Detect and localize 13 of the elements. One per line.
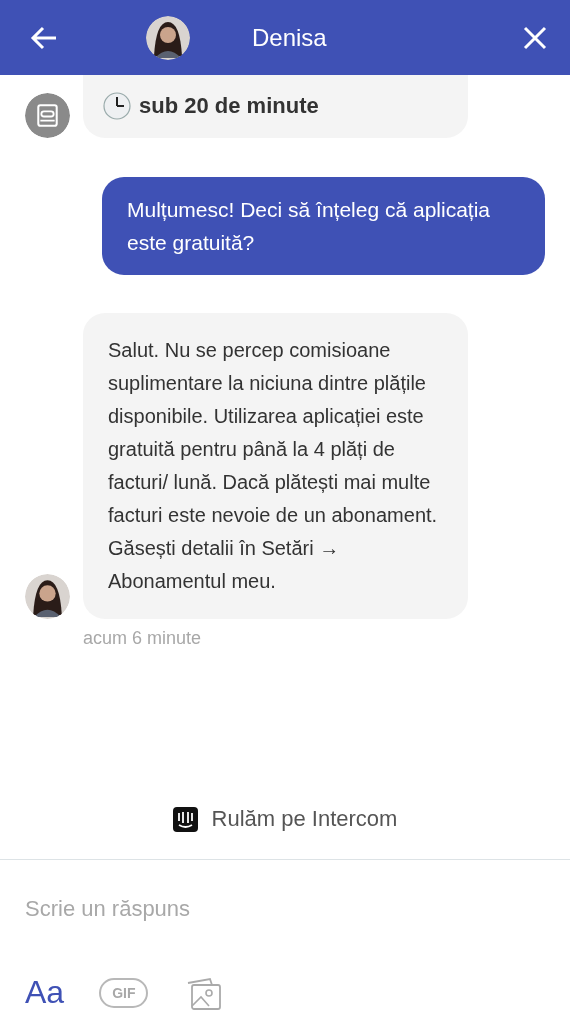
agent-message: Salut. Nu se percep comisioane suplimentare la niciuna dintre plățile disponibile. Utilizarea aplicației este gratuită pentru până la 4 plăți de facturi/ lună. Dacă plătești mai multe facturi este nevoie de un abonament. Găsești detalii în Setări → Abonamentul meu. <box>83 313 468 619</box>
chat-title: Denisa <box>252 23 328 52</box>
clock-icon <box>103 91 131 120</box>
text-format-button[interactable]: Aa <box>25 974 65 1011</box>
user-message: Mulțumesc! Deci să înțeleg că aplicația este gratuită? <box>102 177 545 275</box>
agent-avatar <box>146 15 190 60</box>
branding-text: Rulăm pe Intercom <box>211 806 398 832</box>
bot-avatar-icon <box>25 93 70 138</box>
close-button[interactable] <box>522 24 548 51</box>
reply-time: sub 20 de minute <box>139 92 319 120</box>
message-time: acum 6 minute <box>83 628 203 649</box>
agent-avatar <box>25 574 70 619</box>
intercom-logo-icon <box>172 806 198 832</box>
